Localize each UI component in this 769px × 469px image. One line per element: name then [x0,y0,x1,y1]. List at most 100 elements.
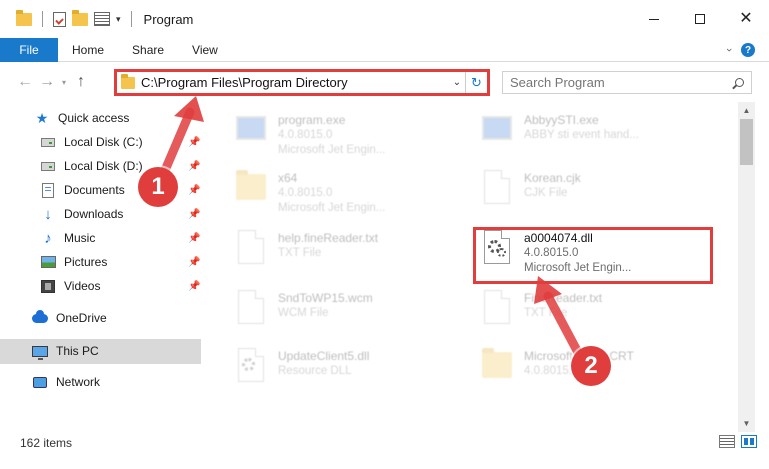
sidebar-item-downloads[interactable]: ↓ Downloads [40,203,123,225]
drive-icon [40,158,56,174]
title-bar: ▾ Program ✕ [0,0,769,38]
pin-icon[interactable]: 📌 [188,185,200,196]
address-bar[interactable]: C:\Program Files\Program Directory ⌄ ↻ [114,69,490,96]
recent-locations-chevron-icon[interactable]: ▾ [58,78,70,87]
help-icon[interactable]: ? [741,43,755,57]
dll-icon [232,346,270,390]
file-item[interactable]: help.fineReader.txt TXT File [232,228,472,278]
address-path[interactable]: C:\Program Files\Program Directory [141,75,449,90]
tab-home[interactable]: Home [58,38,118,62]
sidebar-item-onedrive[interactable]: OneDrive [32,307,107,329]
download-icon: ↓ [44,205,52,223]
file-item[interactable]: AbbyySTI.exe ABBY sti event hand... [478,110,718,160]
step-2-callout: 2 [571,346,611,386]
sidebar-item-quick-access[interactable]: ★ Quick access [34,107,130,129]
tab-view[interactable]: View [178,38,232,62]
maximize-icon [695,14,705,24]
file-type: CJK File [524,187,568,199]
new-folder-icon[interactable] [72,9,88,26]
sidebar-item-label: Music [64,231,96,245]
scroll-up-icon[interactable]: ▲ [738,102,755,119]
sidebar-item-label: Documents [64,183,125,197]
pin-icon[interactable]: 📌 [188,233,200,244]
sidebar-item-this-pc[interactable]: This PC [32,340,99,362]
folder-icon [478,346,516,390]
details-view-icon[interactable] [719,435,735,448]
minimize-button[interactable] [631,0,677,38]
tab-file[interactable]: File [0,37,58,62]
folder-item[interactable]: x64 4.0.8015.0 Microsoft Jet Engin... [232,168,472,218]
sidebar-item-documents[interactable]: Documents [40,179,125,201]
forward-arrow-icon[interactable]: → [36,73,58,91]
search-icon[interactable] [727,78,751,87]
sidebar-item-label: Downloads [64,207,124,221]
search-input[interactable] [510,75,727,90]
sidebar-item-music[interactable]: ♪ Music [40,227,95,249]
file-name: UpdateClient5.dll [278,349,370,363]
file-name: AbbyySTI.exe [524,113,599,127]
videos-icon [40,278,56,294]
file-item[interactable]: program.exe 4.0.8015.0 Microsoft Jet Engin… [232,110,472,160]
file-item[interactable]: FineReader.txt TXT File [478,288,718,338]
toolbar-separator [42,11,43,27]
item-count: 162 items [20,436,73,450]
view-options-icon[interactable] [94,12,110,26]
properties-icon[interactable] [53,11,66,27]
tab-share[interactable]: Share [118,38,178,62]
file-name: help.fineReader.txt [278,231,379,245]
maximize-button[interactable] [677,0,723,38]
close-button[interactable]: ✕ [723,0,769,38]
refresh-icon[interactable]: ↻ [465,72,487,93]
file-description: Microsoft Jet Engin... [278,144,386,156]
sidebar-item-label: Quick access [58,111,130,125]
pin-icon[interactable]: 📌 [188,257,200,268]
cloud-icon [32,309,48,326]
back-arrow-icon[interactable]: ← [14,73,36,91]
navigation-pane: ★ Quick access Local Disk (C:) 📌 Local D… [0,102,205,432]
folder-icon[interactable] [16,9,32,26]
file-name: x64 [278,171,298,185]
sidebar-item-local-disk-c[interactable]: Local Disk (C:) [40,131,205,153]
status-bar: 162 items [0,432,769,454]
address-dropdown-chevron-icon[interactable]: ⌄ [449,77,465,88]
folder-icon [232,168,270,212]
file-icon [478,168,516,212]
pin-icon[interactable]: 📌 [188,161,200,172]
sidebar-item-local-disk-d[interactable]: Local Disk (D:) [40,155,143,177]
expand-ribbon-chevron-icon[interactable]: › [723,48,735,52]
sidebar-item-network[interactable]: Network [32,371,100,393]
scrollbar-thumb[interactable] [740,119,753,165]
scroll-down-icon[interactable]: ▼ [738,415,755,432]
computer-icon [32,343,48,360]
view-switcher [719,435,757,448]
file-icon [232,288,270,332]
pin-icon[interactable]: 📌 [188,209,200,220]
vertical-scrollbar[interactable]: ▲ ▼ [738,102,755,432]
quick-access-toolbar: ▾ [0,0,136,38]
file-description: Microsoft Jet Engin... [278,202,386,214]
file-type: TXT File [524,307,568,319]
file-type: WCM File [278,307,329,319]
file-type: TXT File [278,247,322,259]
ribbon-tabs: File Home Share View › ? [0,37,769,62]
file-item[interactable]: Korean.cjk CJK File [478,168,718,218]
folder-icon [121,73,135,89]
search-box[interactable] [502,71,752,94]
up-arrow-icon[interactable]: ↑ [70,73,92,91]
sidebar-item-pictures[interactable]: Pictures [40,251,107,273]
close-icon: ✕ [739,10,753,27]
pin-icon[interactable]: 📌 [188,281,200,292]
pin-icon[interactable]: 📌 [188,137,200,148]
file-name: FineReader.txt [524,291,603,305]
file-item[interactable]: UpdateClient5.dll Resource DLL [232,346,472,396]
customize-toolbar-chevron-icon[interactable]: ▾ [116,14,121,25]
sidebar-item-label: OneDrive [56,311,107,325]
file-name: Korean.cjk [524,171,581,185]
file-item[interactable]: SndToWP15.wcm WCM File [232,288,472,338]
network-icon [32,374,48,390]
file-name: program.exe [278,113,346,127]
sidebar-item-videos[interactable]: Videos [40,275,100,297]
sidebar-item-label: This PC [56,344,99,358]
tiles-view-icon[interactable] [741,435,757,448]
minimize-icon [649,18,659,20]
